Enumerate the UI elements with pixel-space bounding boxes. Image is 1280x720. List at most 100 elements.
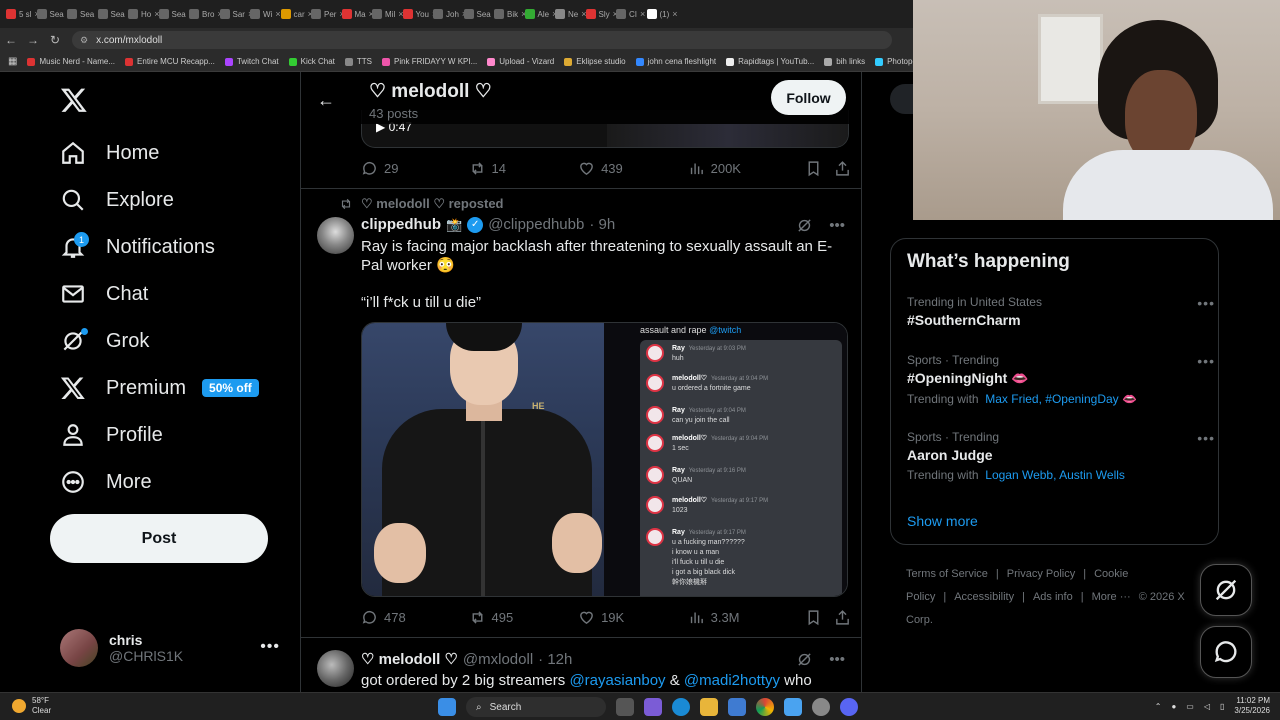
like-button[interactable]: 19K (578, 609, 688, 626)
browser-tab[interactable]: Joh× (433, 3, 464, 25)
nav-profile[interactable]: Profile (60, 422, 163, 448)
bookmark-button[interactable] (805, 160, 834, 177)
grok-icon[interactable] (796, 217, 813, 234)
browser-tab[interactable]: Bro× (189, 3, 220, 25)
tweet-image[interactable]: HE assault and rape @twitch Ray Yesterda… (361, 322, 848, 597)
bookmark-item[interactable]: Upload - Vizard (487, 57, 554, 66)
tray-chevron-icon[interactable]: ⌃ (1155, 702, 1162, 711)
bookmark-item[interactable]: Eklipse studio (564, 57, 626, 66)
browser-tab[interactable]: You× (402, 3, 433, 25)
reply-button[interactable]: 478 (361, 609, 469, 626)
tab-close-icon[interactable]: × (640, 9, 645, 19)
nav-home[interactable]: Home (60, 140, 159, 166)
footer-link[interactable]: Ads info (1033, 591, 1073, 603)
nav-premium[interactable]: Premium 50% off (60, 375, 259, 401)
battery-icon[interactable]: ▯ (1220, 702, 1224, 711)
network-icon[interactable]: ▭ (1186, 702, 1194, 711)
bookmark-item[interactable]: TTS (344, 57, 372, 66)
trend-item[interactable]: Sports · Trending #OpeningNight 👄 Trendi… (907, 353, 1214, 406)
browser-tab[interactable]: Sea× (36, 3, 67, 25)
copilot-icon[interactable] (644, 698, 662, 716)
url-field[interactable]: ⚙ x.com/mxlodoll (72, 31, 892, 49)
browser-tab[interactable]: Ma × (341, 3, 372, 25)
bookmark-item[interactable]: bih links (824, 57, 865, 66)
volume-icon[interactable]: ◁ (1204, 702, 1210, 711)
site-info-icon[interactable]: ⚙ (80, 35, 88, 46)
account-more-icon[interactable]: ••• (260, 638, 280, 656)
chrome-icon[interactable] (756, 698, 774, 716)
file-explorer-icon[interactable] (700, 698, 718, 716)
show-more-link[interactable]: Show more (907, 513, 978, 529)
weather-widget[interactable]: 58°F Clear (12, 696, 51, 716)
browser-tab[interactable]: (1) × (646, 3, 677, 25)
grok-icon[interactable] (796, 651, 813, 668)
trend-more-icon[interactable]: ••• (1197, 353, 1215, 369)
microphone-icon[interactable]: ● (1171, 702, 1176, 711)
trend-more-icon[interactable]: ••• (1197, 430, 1215, 446)
author-name[interactable]: clippedhub (361, 216, 441, 233)
views-button[interactable]: 200K (688, 160, 806, 177)
trend-item[interactable]: Sports · Trending Aaron Judge Trending w… (907, 430, 1214, 482)
bookmark-item[interactable]: Entire MCU Recapp... (125, 57, 215, 66)
footer-link[interactable]: More ··· (1092, 591, 1131, 603)
messages-fab-button[interactable] (1200, 626, 1252, 678)
nav-explore[interactable]: Explore (60, 187, 174, 213)
back-arrow-icon[interactable]: ← (0, 33, 22, 47)
store-icon[interactable] (728, 698, 746, 716)
browser-tab[interactable]: Wi × (250, 3, 281, 25)
edge-icon[interactable] (672, 698, 690, 716)
trend-related-link[interactable]: Max Fried, #OpeningDay 👄 (985, 392, 1137, 406)
repost-button[interactable]: 14 (469, 160, 579, 177)
browser-tab[interactable]: Per× (311, 3, 342, 25)
tab-close-icon[interactable]: × (672, 9, 677, 19)
mention-link[interactable]: @madi2hottyy (684, 672, 780, 689)
tweet-time[interactable]: · 9h (589, 216, 615, 233)
notepad-icon[interactable] (784, 698, 802, 716)
bookmark-item[interactable]: Twitch Chat (224, 57, 279, 66)
like-button[interactable]: 439 (578, 160, 688, 177)
apps-grid-icon[interactable]: ▦ (8, 56, 17, 67)
account-switcher[interactable]: chris @CHRlS1K ••• (60, 628, 290, 668)
browser-tab[interactable]: Sea× (463, 3, 494, 25)
browser-tab[interactable]: Sea× (67, 3, 98, 25)
bookmark-item[interactable]: Kick Chat (288, 57, 335, 66)
footer-link[interactable]: Terms of Service (906, 568, 988, 580)
repost-label[interactable]: ♡ melodoll ♡ reposted (361, 196, 504, 212)
follow-button[interactable]: Follow (771, 80, 846, 115)
bookmark-item[interactable]: john cena fleshlight (635, 57, 716, 66)
windows-start-icon[interactable] (438, 698, 456, 716)
browser-tab[interactable]: Mil × (372, 3, 403, 25)
footer-link[interactable]: Accessibility (954, 591, 1014, 603)
browser-tab[interactable]: Sea× (158, 3, 189, 25)
footer-link[interactable]: Privacy Policy (1007, 568, 1075, 580)
tweet-author-avatar[interactable] (317, 217, 354, 254)
nav-chat[interactable]: Chat (60, 281, 148, 307)
browser-tab[interactable]: Sly × (585, 3, 616, 25)
nav-more[interactable]: More (60, 469, 152, 495)
browser-tab[interactable]: Bik × (494, 3, 525, 25)
browser-tab[interactable]: Sar× (219, 3, 250, 25)
browser-tab[interactable]: Ho × (128, 3, 159, 25)
nav-grok[interactable]: Grok (60, 328, 149, 354)
browser-tab[interactable]: 5 sl× (6, 3, 37, 25)
taskbar-search[interactable]: ⌕ Search (466, 697, 606, 717)
author-handle[interactable]: @clippedhubb (488, 216, 584, 233)
clock[interactable]: 11:02 PM 3/25/2026 (1234, 696, 1270, 716)
bookmark-item[interactable]: Music Nerd - Name... (27, 57, 115, 66)
browser-tab[interactable]: Ne × (555, 3, 586, 25)
browser-tab[interactable]: Ale × (524, 3, 555, 25)
tweet-time[interactable]: · 12h (538, 651, 572, 668)
more-options-icon[interactable]: ••• (829, 651, 845, 668)
discord-icon[interactable] (840, 698, 858, 716)
back-arrow-icon[interactable]: ← (317, 90, 335, 111)
share-button[interactable] (834, 160, 851, 177)
task-view-icon[interactable] (616, 698, 634, 716)
share-button[interactable] (834, 609, 851, 626)
reload-icon[interactable]: ↻ (44, 33, 66, 47)
author-name[interactable]: ♡ melodoll ♡ (361, 650, 458, 668)
bookmark-item[interactable]: Rapidtags | YouTub... (726, 57, 814, 66)
tweet-author-avatar[interactable] (317, 650, 354, 687)
bookmark-button[interactable] (805, 609, 834, 626)
author-handle[interactable]: @mxlodoll (463, 651, 533, 668)
browser-tab[interactable]: Sea× (97, 3, 128, 25)
